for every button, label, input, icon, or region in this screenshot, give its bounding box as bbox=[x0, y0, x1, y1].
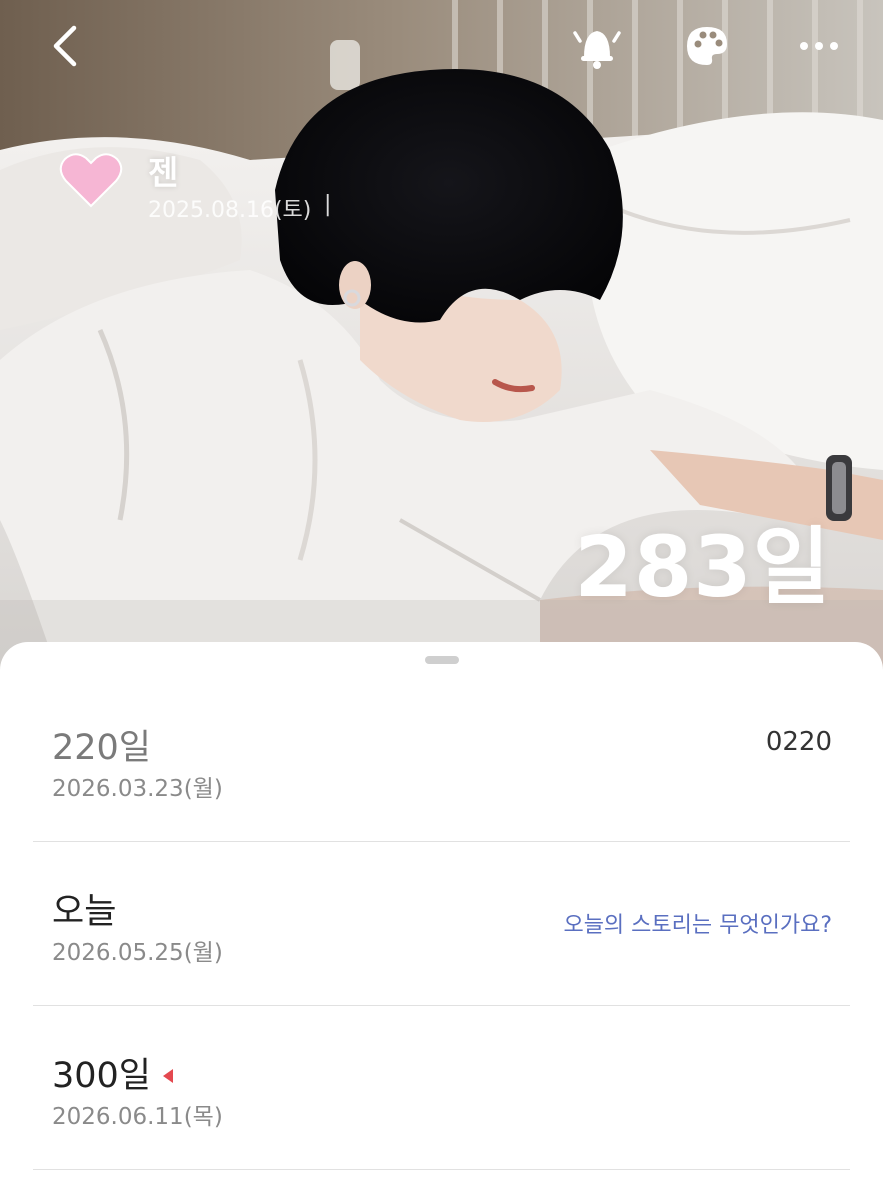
event-row[interactable]: 300일 2026.06.11(목) bbox=[33, 1005, 850, 1170]
cover-photo: 젠 2025.08.16(토) | 283일 bbox=[0, 0, 883, 680]
bell-icon bbox=[573, 31, 621, 69]
event-row-today[interactable]: 오늘 2026.05.25(월) 오늘의 스토리는 무엇인가요? bbox=[33, 841, 850, 1006]
separator: | bbox=[324, 192, 332, 217]
sheet-handle[interactable] bbox=[425, 656, 459, 664]
event-note: 0220 bbox=[765, 727, 832, 757]
event-date: 2026.03.23(월) bbox=[52, 776, 223, 802]
story-prompt-link[interactable]: 오늘의 스토리는 무엇인가요? bbox=[563, 907, 832, 939]
top-bar bbox=[0, 0, 883, 95]
palette-icon bbox=[687, 27, 727, 65]
more-button[interactable] bbox=[792, 18, 846, 74]
chevron-left-icon bbox=[53, 25, 77, 67]
theme-button[interactable] bbox=[680, 18, 734, 74]
heart-icon bbox=[59, 153, 123, 208]
event-row[interactable]: 220일 2026.03.23(월) 0220 bbox=[33, 677, 850, 842]
event-date: 2026.06.11(목) bbox=[52, 1104, 223, 1130]
start-date: 2025.08.16(토) bbox=[148, 198, 312, 223]
event-title: 220일 bbox=[52, 728, 152, 768]
profile-name: 젠 bbox=[148, 153, 179, 192]
day-count: 283일 bbox=[574, 518, 831, 616]
event-date: 2026.05.25(월) bbox=[52, 940, 223, 966]
event-title: 300일 bbox=[52, 1056, 152, 1096]
notification-button[interactable] bbox=[570, 18, 624, 74]
triangle-left-icon bbox=[163, 1069, 173, 1083]
event-title: 오늘 bbox=[52, 892, 117, 932]
back-button[interactable] bbox=[40, 18, 90, 74]
more-horizontal-icon bbox=[800, 42, 838, 50]
events-sheet: 220일 2026.03.23(월) 0220 오늘 2026.05.25(월)… bbox=[0, 642, 883, 1200]
